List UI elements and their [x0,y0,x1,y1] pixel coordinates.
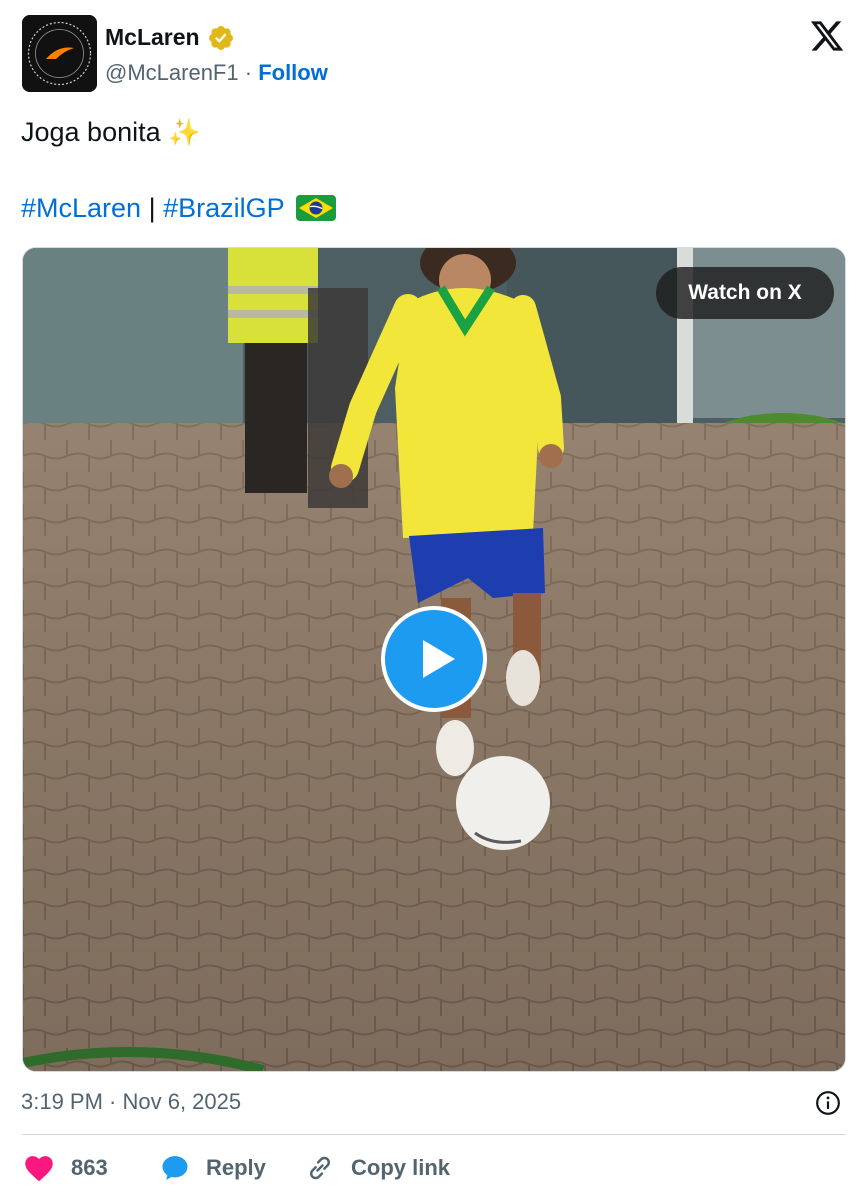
watch-on-x-button[interactable]: Watch on X [656,267,834,319]
hashtag-separator: | [148,193,156,223]
like-count: 863 [71,1155,108,1180]
sparkles-icon: ✨ [168,117,201,147]
hashtags: #McLaren | #BrazilGP [21,188,336,228]
avatar[interactable] [22,15,97,92]
hashtag-brazilgp[interactable]: #BrazilGP [163,193,284,223]
timestamp[interactable]: 3:19 PM · Nov 6, 2025 [21,1087,241,1117]
reply-label: Reply [206,1155,266,1180]
reply-bubble-icon [162,1156,188,1180]
handle[interactable]: @McLarenF1 [105,60,239,85]
brazil-flag-icon [295,195,336,221]
play-button[interactable] [381,606,487,712]
heart-icon [25,1156,53,1182]
info-icon[interactable] [815,1090,841,1116]
tweet-text: Joga bonita ✨ [21,112,201,152]
verified-badge-icon [209,26,233,50]
tweet-body: Joga bonita [21,117,161,147]
copy-link-label: Copy link [351,1155,451,1180]
x-logo-icon[interactable] [808,18,846,54]
follow-button[interactable]: Follow [258,60,328,85]
hashtag-mclaren[interactable]: #McLaren [21,193,141,223]
divider [22,1134,846,1135]
video-media[interactable]: Watch on X [22,247,846,1072]
copy-link-button[interactable]: Copy link [305,1150,450,1186]
like-button[interactable]: 863 [24,1150,108,1186]
link-icon [309,1156,331,1180]
action-bar: 863 Reply Copy link [0,1150,866,1186]
display-name[interactable]: McLaren [105,22,200,52]
handle-row: @McLarenF1 · Follow [105,58,328,88]
separator: · [244,60,253,85]
play-icon [423,640,455,678]
reply-button[interactable]: Reply [160,1150,266,1186]
